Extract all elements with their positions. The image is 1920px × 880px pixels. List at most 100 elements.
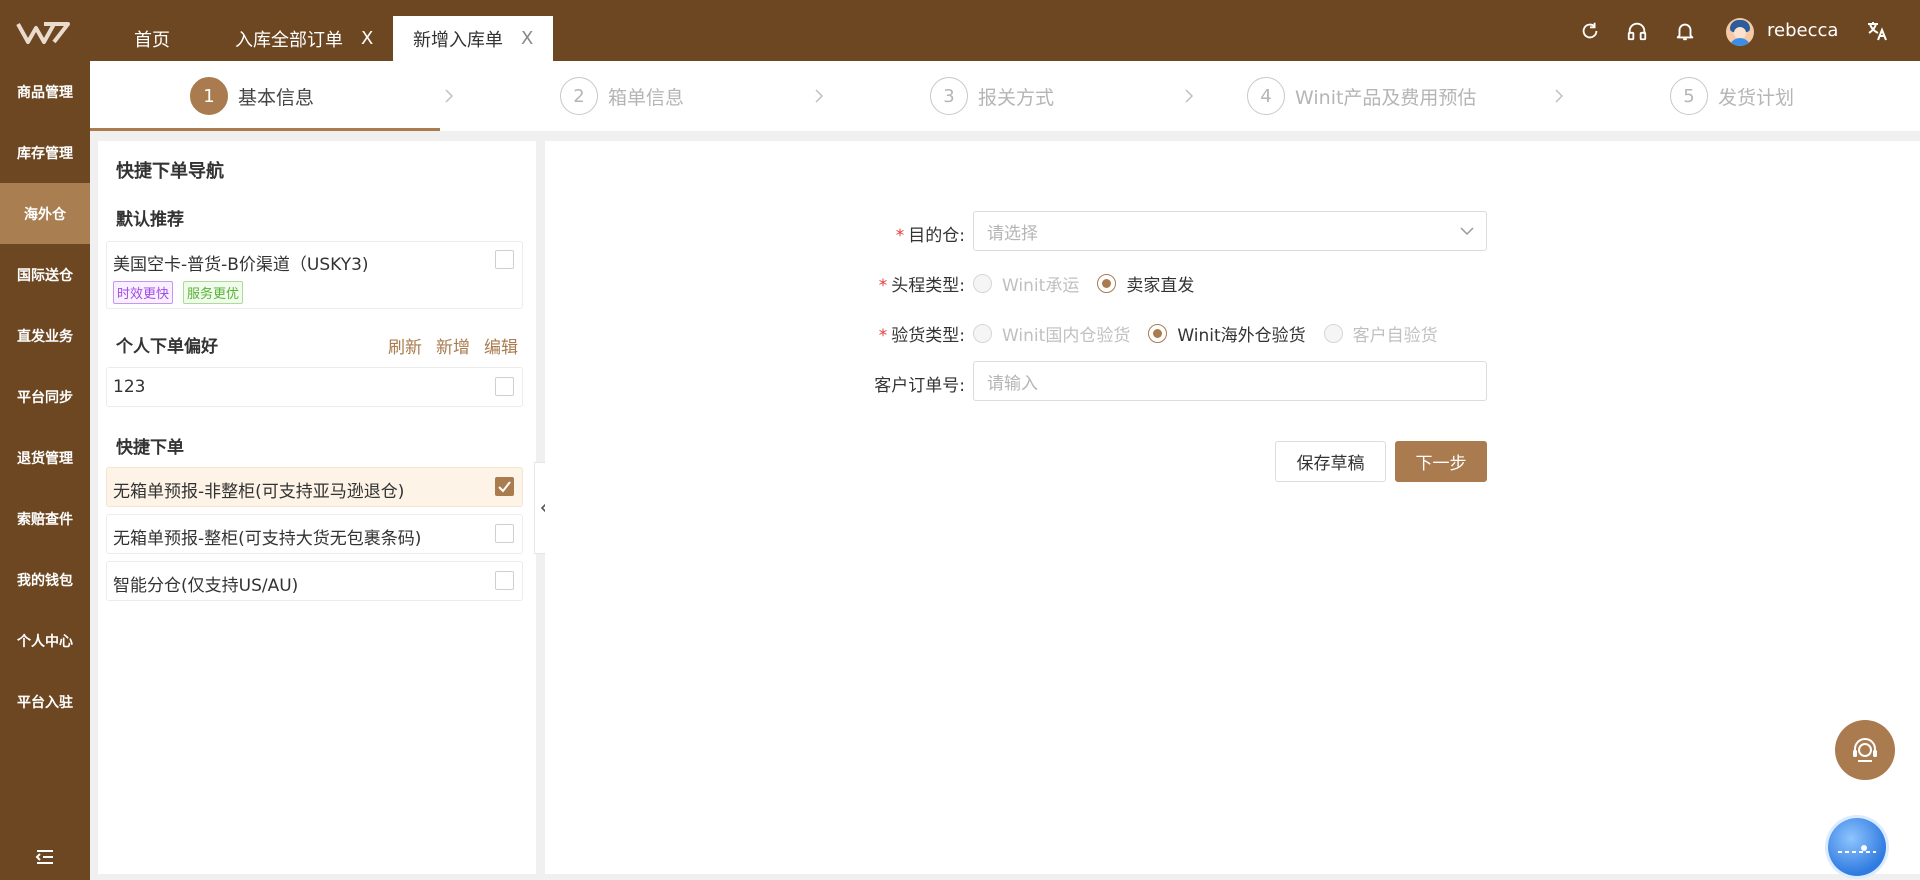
preference-item[interactable]: 123 xyxy=(106,367,523,407)
preference-checkbox[interactable] xyxy=(495,377,514,396)
step-number: 3 xyxy=(930,77,968,115)
preference-links: 刷新 新增 编辑 xyxy=(388,333,518,358)
sidebar-item-overseas-warehouse[interactable]: 海外仓 xyxy=(0,183,90,244)
step-label: 报关方式 xyxy=(978,86,1055,109)
active-step-underline xyxy=(90,128,440,131)
step-number: 4 xyxy=(1247,77,1285,115)
recommend-checkbox[interactable] xyxy=(495,250,514,269)
destination-select[interactable]: 请选择 xyxy=(973,211,1487,251)
quick-order-item-text: 无箱单预报-非整柜(可支持亚马逊退仓) xyxy=(113,482,405,502)
radio-winit-domestic-inspect[interactable]: Winit国内仓验货 xyxy=(973,321,1130,346)
sidebar-item-platform-sync[interactable]: 平台同步 xyxy=(0,366,90,427)
basic-info-form: * 目的仓: 请选择 * 头程类型: Winit承运 卖家直发 * 验货类型: Win… xyxy=(545,141,1920,874)
sidebar: 商品管理 库存管理 海外仓 国际送仓 直发业务 平台同步 退货管理 索赔查件 我… xyxy=(0,61,90,880)
chevron-right-icon xyxy=(815,89,824,103)
step-basic-info[interactable]: 1 基本信息 xyxy=(190,77,314,115)
quick-order-item[interactable]: 智能分仓(仅支持US/AU) xyxy=(106,561,523,601)
bell-icon[interactable] xyxy=(1672,18,1698,44)
destination-placeholder: 请选择 xyxy=(987,223,1038,244)
quick-order-checkbox[interactable] xyxy=(495,524,514,543)
tab-label: 新增入库单 xyxy=(413,29,503,51)
sidebar-item-profile[interactable]: 个人中心 xyxy=(0,610,90,671)
sidebar-item-wallet[interactable]: 我的钱包 xyxy=(0,549,90,610)
edit-link[interactable]: 编辑 xyxy=(484,333,518,358)
step-box-list[interactable]: 2 箱单信息 xyxy=(560,77,684,115)
sidebar-item-returns[interactable]: 退货管理 xyxy=(0,427,90,488)
step-shipping-plan[interactable]: 5 发货计划 xyxy=(1670,77,1794,115)
tab-label: 入库全部订单 xyxy=(235,29,343,51)
destination-label: * 目的仓: xyxy=(895,226,965,246)
winit-logo[interactable] xyxy=(14,18,74,48)
add-link[interactable]: 新增 xyxy=(436,333,470,358)
step-label: 基本信息 xyxy=(238,86,315,109)
headset-icon[interactable] xyxy=(1624,18,1650,44)
leg-type-label: * 头程类型: xyxy=(878,276,965,296)
step-product-fee-estimate[interactable]: 4 Winit产品及费用预估 xyxy=(1247,77,1476,115)
customer-service-button[interactable] xyxy=(1835,720,1895,780)
tab-home[interactable]: 首页 xyxy=(134,16,170,61)
radio-winit-overseas-inspect[interactable]: Winit海外仓验货 xyxy=(1148,321,1306,346)
sidebar-item-inventory[interactable]: 库存管理 xyxy=(0,122,90,183)
chevron-right-icon xyxy=(1555,89,1564,103)
order-no-placeholder: 请输入 xyxy=(987,373,1038,394)
sidebar-item-direct-shipping[interactable]: 直发业务 xyxy=(0,305,90,366)
check-icon xyxy=(498,481,511,493)
support-agent-icon xyxy=(1853,738,1877,762)
step-number: 2 xyxy=(560,77,598,115)
chevron-right-icon xyxy=(1185,89,1194,103)
panel-title: 快捷下单导航 xyxy=(116,161,224,182)
quick-order-checkbox[interactable] xyxy=(495,571,514,590)
section-personal-preference: 个人下单偏好 xyxy=(116,337,218,357)
step-label: 箱单信息 xyxy=(608,86,685,109)
assistant-ball-icon[interactable] xyxy=(1828,818,1886,876)
username[interactable]: rebecca xyxy=(1767,20,1838,41)
save-draft-button[interactable]: 保存草稿 xyxy=(1275,441,1386,482)
sidebar-item-claims[interactable]: 索赔查件 xyxy=(0,488,90,549)
step-customs[interactable]: 3 报关方式 xyxy=(930,77,1054,115)
sidebar-item-products[interactable]: 商品管理 xyxy=(0,61,90,122)
quick-order-item[interactable]: 无箱单预报-非整柜(可支持亚马逊退仓) xyxy=(106,467,523,507)
close-tab-icon[interactable]: X xyxy=(361,28,373,49)
tab-new-inbound-order[interactable]: 新增入库单 X xyxy=(393,16,554,61)
menu-collapse-icon[interactable] xyxy=(33,845,57,869)
close-tab-icon[interactable]: X xyxy=(521,28,533,49)
tab-label: 首页 xyxy=(134,29,170,51)
quick-order-nav-panel: 快捷下单导航 默认推荐 美国空卡-普货-B价渠道（USKY3) 时效更快 服务更… xyxy=(98,141,536,874)
step-label: 发货计划 xyxy=(1718,86,1795,109)
sidebar-item-platform-onboarding[interactable]: 平台入驻 xyxy=(0,671,90,732)
radio-self-inspect[interactable]: 客户自验货 xyxy=(1323,321,1438,346)
chevron-right-icon xyxy=(445,89,454,103)
recommend-item-text: 美国空卡-普货-B价渠道（USKY3) xyxy=(113,255,369,275)
quick-order-item-text: 无箱单预报-整柜(可支持大货无包裹条码) xyxy=(113,529,422,549)
inspect-type-label: * 验货类型: xyxy=(878,326,965,346)
step-indicator: 1 基本信息 2 箱单信息 3 报关方式 4 Winit产品及费用预估 5 发货… xyxy=(90,61,1920,131)
top-bar: 首页 入库全部订单 X 新增入库单 X rebecca xyxy=(0,0,1920,61)
radio-seller-direct[interactable]: 卖家直发 xyxy=(1097,271,1194,296)
refresh-icon[interactable] xyxy=(1577,18,1603,44)
tag-row: 时效更快 服务更优 xyxy=(113,281,244,304)
chevron-down-icon xyxy=(1460,227,1474,236)
refresh-link[interactable]: 刷新 xyxy=(388,333,422,358)
tag-better-service: 服务更优 xyxy=(183,281,244,304)
next-step-button[interactable]: 下一步 xyxy=(1395,441,1487,482)
inspect-type-radio-group: Winit国内仓验货 Winit海外仓验货 客户自验货 xyxy=(973,321,1456,346)
avatar[interactable] xyxy=(1726,18,1754,46)
quick-order-checkbox[interactable] xyxy=(495,477,514,496)
tab-all-inbound-orders[interactable]: 入库全部订单 X xyxy=(235,16,373,61)
order-no-label: 客户订单号: xyxy=(874,376,965,396)
section-default-recommend: 默认推荐 xyxy=(116,210,184,230)
step-number: 5 xyxy=(1670,77,1708,115)
tag-faster: 时效更快 xyxy=(113,281,174,304)
section-quick-order: 快捷下单 xyxy=(116,438,184,458)
sidebar-item-international-delivery[interactable]: 国际送仓 xyxy=(0,244,90,305)
quick-order-item[interactable]: 无箱单预报-整柜(可支持大货无包裹条码) xyxy=(106,514,523,554)
recommend-item[interactable]: 美国空卡-普货-B价渠道（USKY3) 时效更快 服务更优 xyxy=(106,241,523,309)
translate-icon[interactable] xyxy=(1864,18,1890,44)
order-no-input[interactable]: 请输入 xyxy=(973,361,1487,401)
radio-winit-carrier[interactable]: Winit承运 xyxy=(973,271,1079,296)
step-number: 1 xyxy=(190,77,228,115)
quick-order-item-text: 智能分仓(仅支持US/AU) xyxy=(113,576,299,596)
preference-item-text: 123 xyxy=(113,377,146,397)
leg-type-radio-group: Winit承运 卖家直发 xyxy=(973,271,1212,296)
step-label: Winit产品及费用预估 xyxy=(1295,86,1477,109)
